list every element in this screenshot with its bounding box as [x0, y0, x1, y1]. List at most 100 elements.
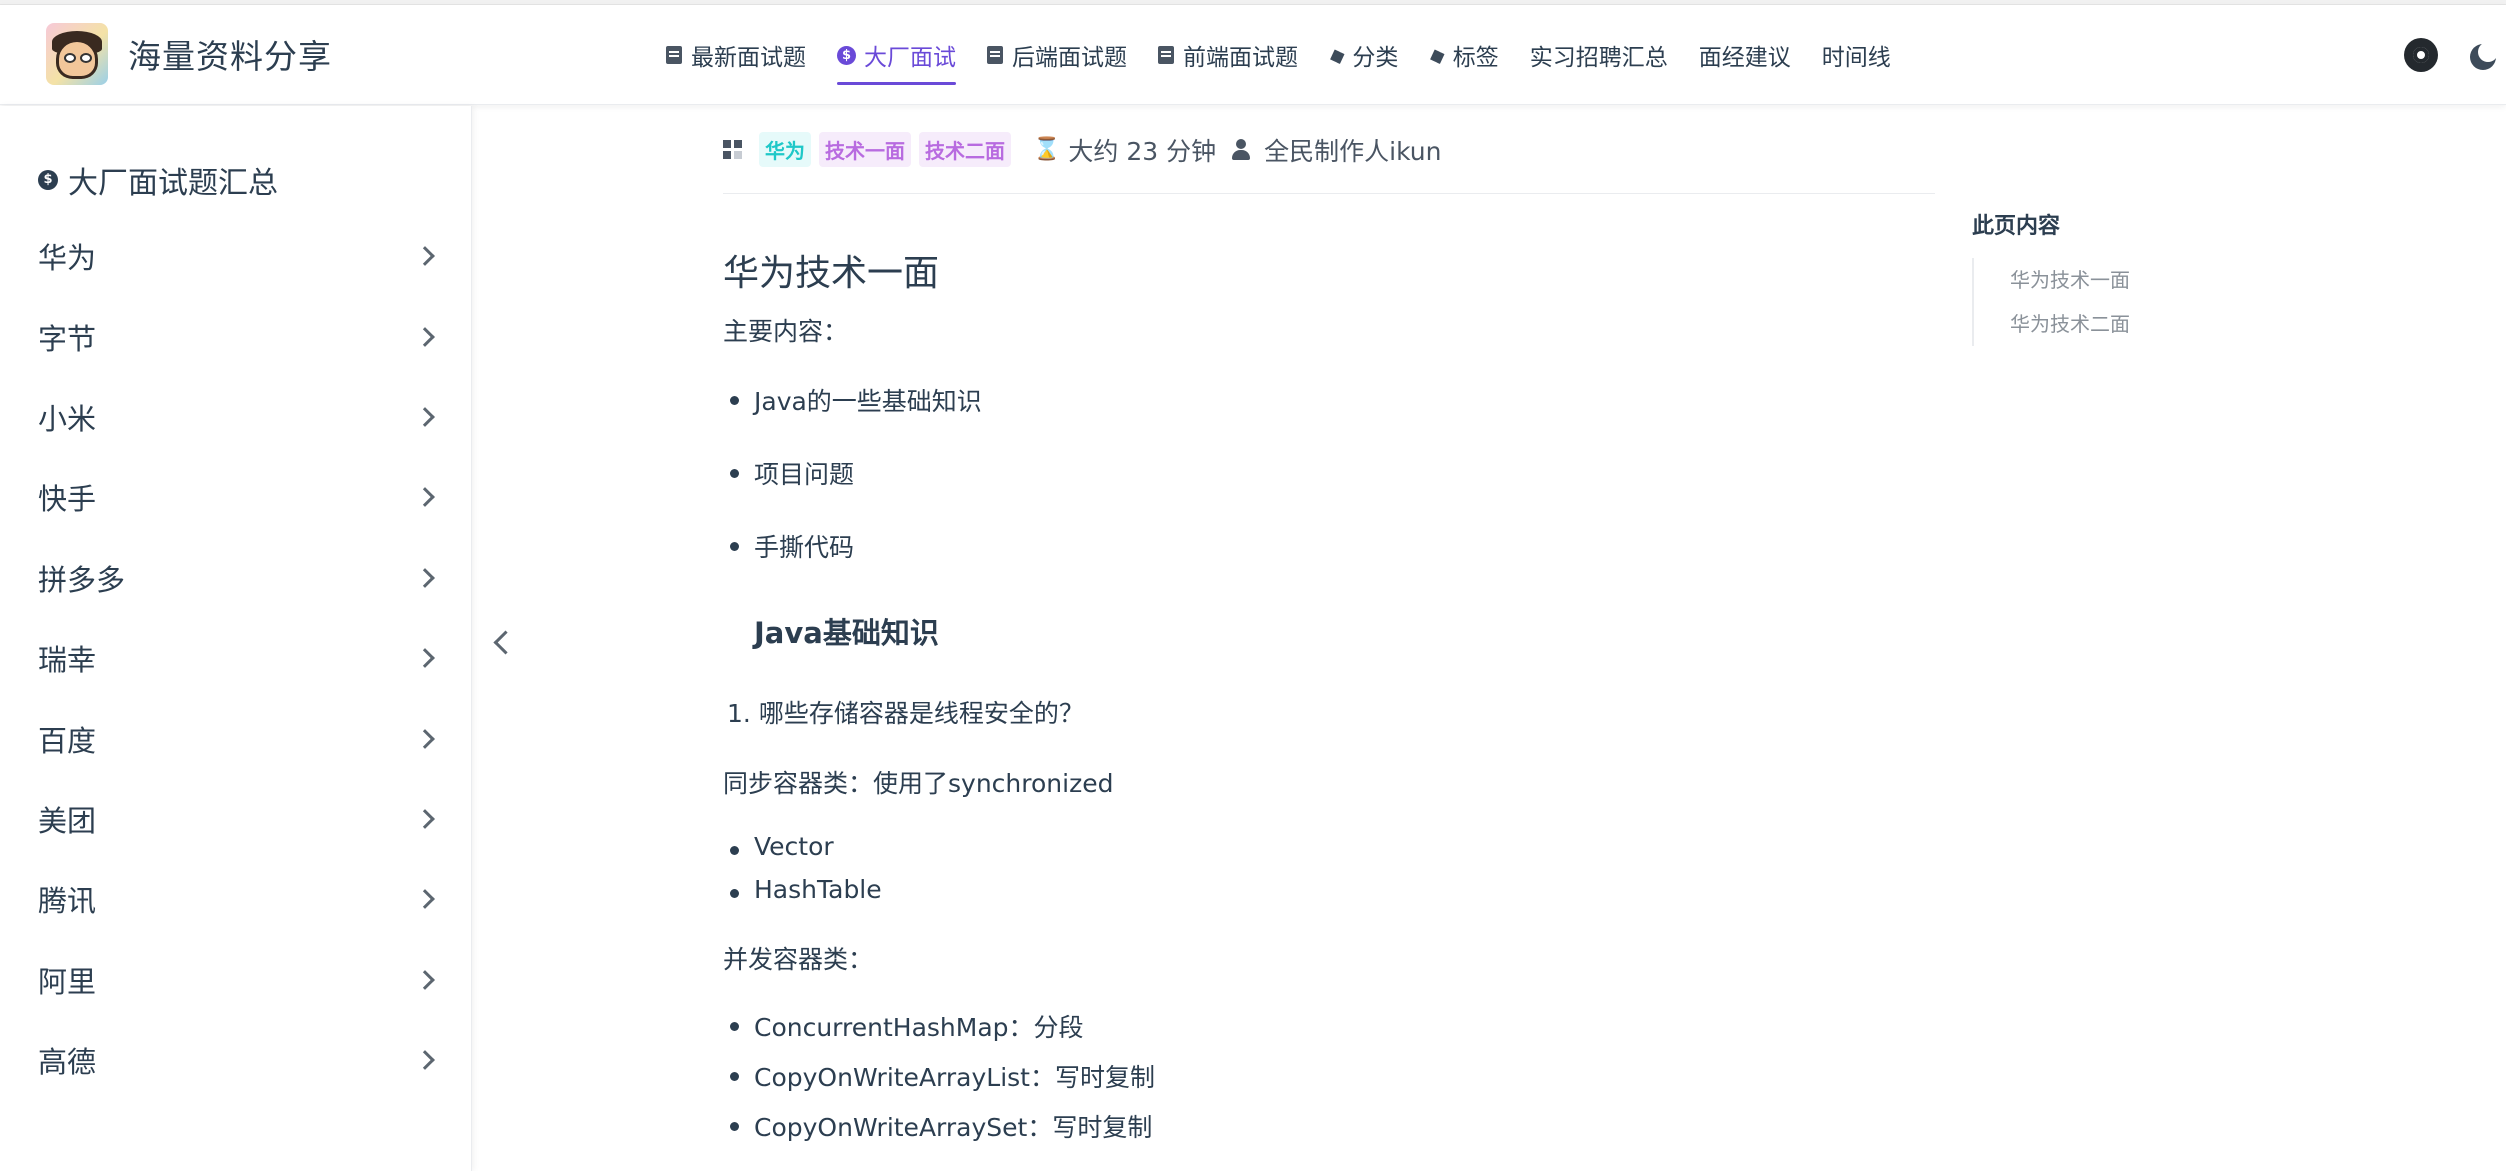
nav-label: 分类: [1352, 45, 1399, 71]
sidebar-item-baidu[interactable]: 百度: [0, 698, 472, 778]
tag-icon: ◆: [1425, 41, 1449, 69]
dollar-icon: $: [837, 45, 856, 65]
question-item: 1. 哪些存储容器是线程安全的？: [727, 699, 1084, 728]
toc-item[interactable]: 华为技术二面: [2010, 302, 2130, 346]
nav-label: 前端面试题: [1183, 45, 1298, 71]
chevron-right-icon: [415, 648, 435, 669]
sidebar-item-amap[interactable]: 高德: [0, 1020, 472, 1100]
chevron-right-icon: [415, 728, 435, 749]
list-item: HashTable: [723, 875, 1935, 904]
nav-latest-questions[interactable]: 最新面试题: [666, 5, 806, 105]
sync-containers-list: Vector HashTable: [723, 832, 1935, 904]
nav-frontend-questions[interactable]: 前端面试题: [1158, 5, 1298, 105]
author-icon: [1232, 138, 1251, 161]
sidebar-item-luckin[interactable]: 瑞幸: [0, 618, 472, 698]
github-icon[interactable]: [2404, 38, 2438, 72]
sidebar-item-label: 高德: [38, 1045, 97, 1080]
chevron-right-icon: [415, 1050, 435, 1070]
document-icon: [987, 46, 1003, 64]
toc-title: 此页内容: [1972, 214, 2061, 239]
nav-big-company-interviews[interactable]: $ 大厂面试: [837, 5, 956, 105]
chevron-right-icon: [415, 487, 435, 508]
sidebar-item-label: 华为: [38, 241, 97, 276]
list-item: CopyOnWriteArrayList：写时复制: [723, 1058, 1935, 1094]
sidebar-item-pinduoduo[interactable]: 拼多多: [0, 538, 472, 618]
toc-item[interactable]: 华为技术一面: [2010, 258, 2130, 302]
document-icon: [1158, 46, 1174, 64]
nav-internship-summary[interactable]: 实习招聘汇总: [1530, 5, 1668, 105]
sidebar: $ 大厂面试题汇总 华为 字节 小米 快手 拼多多 瑞幸 百度 美团 腾讯 阿里…: [0, 106, 472, 1171]
nav-categories[interactable]: ◆ 分类: [1325, 5, 1399, 105]
category-icon: [723, 139, 743, 160]
question-text: 哪些存储容器是线程安全的？: [758, 699, 1084, 728]
sidebar-item-label: 美团: [38, 803, 97, 838]
article-meta: 华为 技术一面 技术二面 ⌛ 大约 23 分钟 全民制作人ikun: [723, 106, 1935, 194]
sidebar-heading[interactable]: $ 大厂面试题汇总: [38, 158, 278, 202]
category-badge[interactable]: 华为: [759, 132, 811, 167]
chevron-right-icon: [415, 326, 435, 347]
list-item: Java的一些基础知识: [723, 382, 1935, 418]
tag-badge[interactable]: 技术一面: [819, 132, 911, 167]
sidebar-item-label: 拼多多: [38, 562, 126, 597]
nav-label: 时间线: [1821, 45, 1891, 71]
article: 华为 技术一面 技术二面 ⌛ 大约 23 分钟 全民制作人ikun 华为技术一面…: [723, 106, 1935, 1144]
table-of-contents: 此页内容 华为技术一面 华为技术二面: [1972, 208, 2130, 346]
sidebar-item-label: 字节: [38, 321, 97, 356]
concurrent-containers-list: ConcurrentHashMap：分段 CopyOnWriteArrayLis…: [723, 1008, 1935, 1144]
list-item: Vector: [723, 832, 1935, 861]
sidebar-item-tencent[interactable]: 腾讯: [0, 859, 472, 939]
sidebar-item-label: 瑞幸: [38, 643, 97, 678]
nav-label: 实习招聘汇总: [1529, 45, 1668, 71]
sidebar-item-kuaishou[interactable]: 快手: [0, 457, 472, 537]
main-nav: 最新面试题 $ 大厂面试 后端面试题 前端面试题 ◆ 分类 ◆ 标签 实习招聘汇…: [666, 5, 1922, 105]
sidebar-item-meituan[interactable]: 美团: [0, 779, 472, 859]
chevron-right-icon: [415, 567, 435, 588]
sidebar-item-label: 腾讯: [38, 884, 97, 919]
chevron-right-icon: [415, 969, 435, 990]
sidebar-item-bytedance[interactable]: 字节: [0, 296, 472, 376]
site-title: 海量资料分享: [128, 37, 332, 76]
tag-icon: ◆: [1325, 41, 1349, 69]
section-heading: Java基础知识: [754, 616, 939, 650]
sidebar-item-label: 阿里: [38, 964, 97, 999]
sidebar-heading-label: 大厂面试题汇总: [68, 166, 278, 201]
site-logo: [46, 23, 108, 85]
chevron-right-icon: [415, 809, 435, 829]
nav-backend-questions[interactable]: 后端面试题: [987, 5, 1127, 105]
nav-right: [2404, 5, 2506, 105]
sidebar-item-alibaba[interactable]: 阿里: [0, 940, 472, 1020]
hourglass-icon: ⌛: [1033, 137, 1061, 162]
sidebar-list: 华为 字节 小米 快手 拼多多 瑞幸 百度 美团 腾讯 阿里 高德: [0, 216, 472, 1100]
nav-tags[interactable]: ◆ 标签: [1425, 5, 1499, 105]
main-points-list: Java的一些基础知识 项目问题 手撕代码: [723, 382, 1935, 564]
nav-label: 后端面试题: [1012, 45, 1127, 71]
list-item: ConcurrentHashMap：分段: [723, 1008, 1935, 1044]
collapse-sidebar-chevron-left-icon[interactable]: [490, 627, 512, 657]
author-name: 全民制作人ikun: [1264, 136, 1442, 166]
navbar: 海量资料分享 最新面试题 $ 大厂面试 后端面试题 前端面试题 ◆ 分类 ◆ 标…: [0, 5, 2506, 105]
tag-badge[interactable]: 技术二面: [919, 132, 1011, 167]
chevron-right-icon: [415, 407, 435, 427]
sidebar-item-label: 快手: [38, 482, 97, 517]
sync-containers-heading: 同步容器类：使用了synchronized: [723, 769, 1114, 798]
brand-link[interactable]: 海量资料分享: [46, 21, 332, 87]
nav-interview-advice[interactable]: 面经建议: [1699, 5, 1791, 105]
chevron-right-icon: [415, 246, 435, 267]
theme-toggle-icon[interactable]: [2466, 40, 2496, 70]
nav-label: 标签: [1452, 45, 1499, 71]
sidebar-item-xiaomi[interactable]: 小米: [0, 377, 472, 457]
nav-label: 面经建议: [1698, 45, 1791, 71]
list-item: 项目问题: [723, 455, 1935, 491]
sidebar-item-label: 百度: [38, 723, 97, 758]
nav-label: 最新面试题: [691, 45, 806, 71]
reading-time: 大约 23 分钟: [1068, 136, 1217, 166]
article-title: 华为技术一面: [723, 253, 940, 294]
list-item: CopyOnWriteArraySet：写时复制: [723, 1108, 1935, 1144]
nav-label: 大厂面试: [864, 45, 956, 71]
nav-timeline[interactable]: 时间线: [1822, 5, 1891, 105]
dollar-icon: $: [38, 170, 58, 190]
concurrent-containers-heading: 并发容器类：: [723, 945, 874, 974]
toc-list: 华为技术一面 华为技术二面: [1972, 258, 2130, 346]
chevron-right-icon: [415, 889, 435, 910]
sidebar-item-huawei[interactable]: 华为: [0, 216, 472, 296]
